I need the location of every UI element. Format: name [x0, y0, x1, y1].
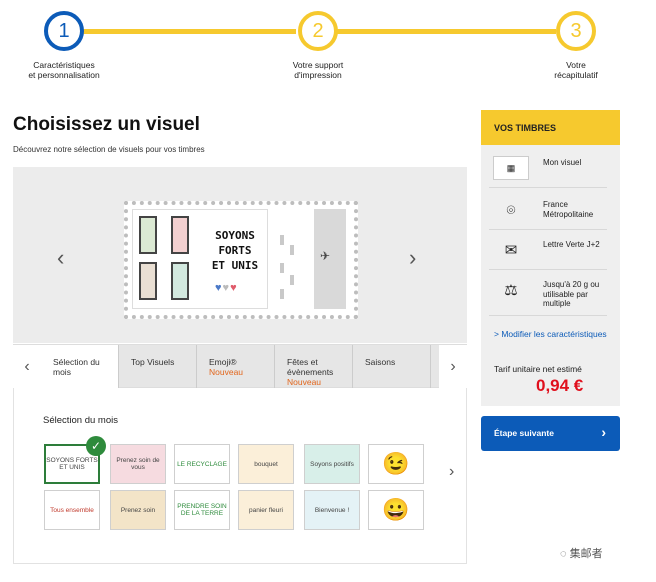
stamp-slogan: SOYONS FORTS ET UNIS	[211, 229, 259, 272]
summary-row-envoi: ✉ Lettre Verte J+2	[489, 230, 607, 270]
stepper-line	[336, 29, 556, 34]
stamp-image: SOYONS FORTS ET UNIS ♥♥♥ ✈	[124, 201, 358, 319]
page-title: Choisissez un visuel	[13, 114, 200, 135]
progress-stepper: 1 2 3 Caractéristiques et personnalisatio…	[0, 0, 656, 90]
window-icon	[139, 262, 157, 300]
stamp-dash	[280, 263, 284, 273]
tab-emoji[interactable]: Emoji® Nouveau	[197, 345, 275, 388]
checkmark-icon: ✓	[86, 436, 106, 456]
chevron-right-icon: ›	[601, 424, 606, 440]
emoji-smile-icon: 😀	[382, 497, 410, 522]
emoji-wink-icon: 😉	[382, 451, 410, 476]
summary-panel: VOS TIMBRES ▦ Mon visuel ⌾ France Métrop…	[481, 110, 620, 406]
step-1-label: Caractéristiques et personnalisation	[28, 60, 100, 80]
watermark: ◌ 集邮者	[560, 548, 603, 560]
stamp-thumbnail-icon: ▦	[493, 156, 529, 180]
stamp-dash	[280, 235, 284, 245]
bird-logo-icon: ✈	[320, 249, 331, 263]
thumb-visual[interactable]: 😀	[368, 490, 424, 530]
summary-row-destination: ⌾ France Métropolitaine	[489, 190, 607, 230]
price-value: 0,94 €	[536, 376, 584, 395]
stamp-visual: SOYONS FORTS ET UNIS ♥♥♥	[132, 209, 268, 309]
thumb-visual[interactable]: LE RECYCLAGE	[174, 444, 230, 484]
summary-row-poids: ⚖ Jusqu'à 20 g ou utilisable par multipl…	[489, 270, 607, 316]
stamp-dash	[290, 245, 294, 255]
gallery-next-icon[interactable]: ›	[449, 463, 454, 481]
stamp-dash	[280, 289, 284, 299]
tab-fetes[interactable]: Fêtes et évènements Nouveau	[275, 345, 353, 388]
summary-row-visuel: ▦ Mon visuel	[489, 148, 607, 188]
tabs-next-icon[interactable]: ›	[439, 345, 467, 388]
visual-gallery: Sélection du mois SOYONS FORTS ET UNIS ✓…	[13, 388, 467, 564]
thumb-visual[interactable]: Bienvenue !	[304, 490, 360, 530]
step-1-circle[interactable]: 1	[44, 11, 84, 51]
thumb-visual[interactable]: Soyons positifs	[304, 444, 360, 484]
tabs-prev-icon[interactable]: ‹	[13, 345, 41, 388]
thumb-visual[interactable]: bouquet	[238, 444, 294, 484]
location-pin-icon: ⌾	[506, 201, 516, 219]
next-step-button[interactable]: Étape suivante ›	[481, 416, 620, 451]
window-icon	[139, 216, 157, 254]
hearts-icon: ♥♥♥	[215, 282, 238, 294]
thumb-visual[interactable]: Tous ensemble	[44, 490, 100, 530]
stamp-dash	[290, 275, 294, 285]
tab-saisons[interactable]: Saisons	[353, 345, 431, 388]
thumb-visual[interactable]: Prenez soin de vous	[110, 444, 166, 484]
window-icon	[171, 262, 189, 300]
chevron-right-icon[interactable]: ›	[409, 245, 416, 271]
step-2-circle[interactable]: 2	[298, 11, 338, 51]
gallery-title: Sélection du mois	[43, 415, 118, 426]
thumb-visual[interactable]: panier fleuri	[238, 490, 294, 530]
modify-characteristics-link[interactable]: > Modifier les caractéristiques	[494, 329, 607, 339]
stamp-postmark-area: ✈	[314, 209, 346, 309]
page-subtitle: Découvrez notre sélection de visuels pou…	[13, 145, 205, 154]
step-3-circle[interactable]: 3	[556, 11, 596, 51]
panel-header: VOS TIMBRES	[481, 110, 620, 145]
step-2-label: Votre support d'impression	[292, 60, 344, 80]
tarif-label: Tarif unitaire net estimé	[494, 364, 582, 374]
stepper-line	[82, 29, 296, 34]
tab-selection-du-mois[interactable]: Sélection du mois	[41, 345, 119, 388]
chat-bubble-icon: ◌	[560, 548, 570, 560]
weight-icon: ⚖	[504, 282, 518, 299]
window-icon	[171, 216, 189, 254]
envelope-icon: ✉	[504, 242, 518, 259]
chevron-left-icon[interactable]: ‹	[57, 245, 64, 271]
stamp-preview: ‹ › SOYONS FORTS ET UNIS ♥♥♥ ✈	[13, 167, 467, 343]
visual-category-tabs: ‹ Sélection du mois Top Visuels Emoji® No…	[13, 344, 467, 388]
thumb-visual[interactable]: 😉	[368, 444, 424, 484]
step-3-label: Votre récapitulatif	[554, 60, 598, 80]
thumb-visual[interactable]: Prenez soin	[110, 490, 166, 530]
thumb-visual[interactable]: PRENDRE SOIN DE LA TERRE	[174, 490, 230, 530]
tab-top-visuels[interactable]: Top Visuels	[119, 345, 197, 388]
